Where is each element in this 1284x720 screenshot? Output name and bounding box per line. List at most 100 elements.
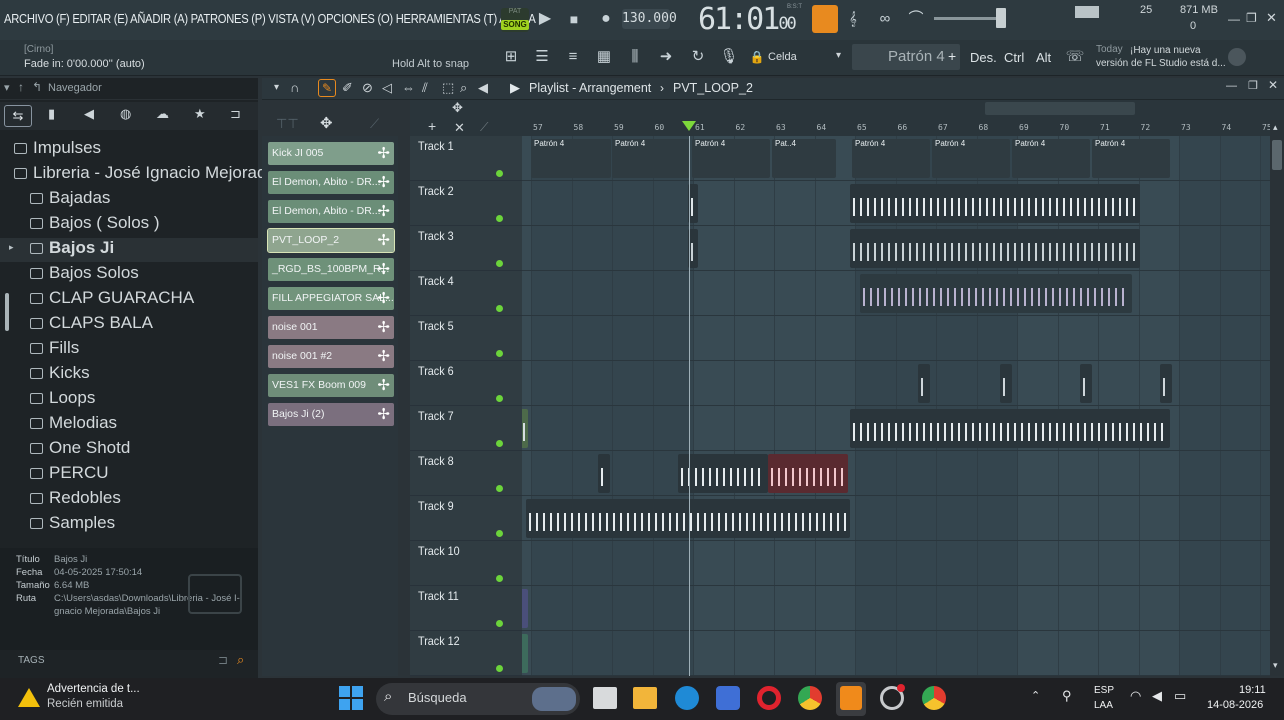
all-files-icon[interactable]: ⇆ (4, 105, 32, 127)
chevron-down-icon[interactable]: ▾ (4, 81, 10, 94)
microphone-icon[interactable]: 🎙 (718, 46, 740, 68)
tree-item[interactable]: PERCU (30, 463, 109, 487)
minimize-icon[interactable]: — (1228, 12, 1240, 26)
track-mute-led[interactable] (496, 215, 503, 222)
audio-clip[interactable] (522, 589, 528, 628)
audio-clip[interactable] (598, 454, 610, 493)
playhead-marker[interactable] (682, 121, 696, 131)
tree-item[interactable]: One Shotd (30, 438, 130, 462)
audio-clip[interactable] (850, 409, 1170, 448)
pattern-clip[interactable]: Patrón 4 (692, 139, 770, 178)
vertical-scrollbar[interactable]: ▴ ▾ (1270, 120, 1284, 676)
track-header[interactable]: Track 7 (410, 406, 522, 451)
windows-start-icon[interactable] (339, 686, 363, 710)
plus-icon[interactable]: ✢ (377, 316, 390, 339)
plus-icon[interactable]: ✢ (377, 403, 390, 426)
pattern-clip[interactable]: Patrón 4 (1092, 139, 1170, 178)
pattern-clip[interactable]: Patrón 4 (932, 139, 1010, 178)
chrome-icon[interactable] (922, 686, 946, 710)
delete-tool-icon[interactable]: ⊘ (362, 80, 373, 96)
restore-icon[interactable]: ❐ (1246, 11, 1257, 25)
pattern-clip[interactable]: Patrón 4 (1012, 139, 1090, 178)
loop-record-icon[interactable]: ⌒ (905, 8, 927, 30)
audio-clip[interactable] (1080, 364, 1092, 403)
tree-item-selected[interactable]: Bajos Ji (30, 238, 114, 262)
search-icon[interactable]: ⌕ (237, 652, 244, 668)
plus-icon[interactable]: ✢ (377, 374, 390, 397)
audio-clip[interactable] (860, 274, 1132, 313)
pattern-clip[interactable]: Pat..4 (772, 139, 836, 178)
minimize-icon[interactable]: — (1226, 80, 1237, 92)
wait-input-icon[interactable]: ∞ (874, 8, 896, 30)
lock-icon[interactable]: 🔒 (746, 46, 768, 68)
tree-item[interactable]: CLAP GUARACHA (30, 288, 194, 312)
folder-icon[interactable]: ⊐ (218, 653, 228, 667)
plus-icon[interactable]: ✢ (377, 287, 390, 310)
picker-item[interactable]: Bajos Ji (2) ✢ (268, 403, 394, 426)
chevron-down-icon[interactable]: ▾ (836, 50, 841, 61)
picker-item[interactable]: noise 001 #2 ✢ (268, 345, 394, 368)
timeline-ruler[interactable]: 57 58 59 60 61 62 63 64 65 66 67 68 69 70 71 72 73 74 75 (525, 120, 1272, 136)
paint-tool-icon[interactable]: ✐ (342, 80, 353, 96)
chevron-right-icon[interactable]: ▸ (9, 242, 14, 253)
chevron-down-icon[interactable]: ▾ (274, 82, 279, 93)
tree-item[interactable]: Impulses (14, 138, 101, 162)
file-explorer-icon[interactable] (633, 687, 657, 709)
wifi-icon[interactable]: ◠ (1130, 688, 1141, 704)
track-mute-led[interactable] (496, 620, 503, 627)
play-button[interactable]: ▶ (534, 8, 556, 30)
piano-roll-icon[interactable]: ≡ (562, 46, 584, 68)
plus-icon[interactable]: ✢ (377, 142, 390, 165)
pattern-clip[interactable]: Patrón 4 (531, 139, 611, 178)
playback-tool-icon[interactable]: ◀ (478, 80, 488, 96)
pattern-clip[interactable]: Patrón 4 (852, 139, 930, 178)
metronome-icon[interactable]: 𝄞 (842, 8, 864, 30)
track-mute-led[interactable] (496, 440, 503, 447)
tree-item[interactable]: Fills (30, 338, 79, 362)
plus-icon[interactable]: ✢ (377, 258, 390, 281)
stop-button[interactable]: ■ (563, 8, 585, 30)
mixer-icon[interactable]: ⊞ (500, 46, 522, 68)
tree-item[interactable]: Loops (30, 388, 95, 412)
volume-icon[interactable]: ◀ (1152, 688, 1162, 704)
picker-item[interactable]: PVT_LOOP_2 ✢ (267, 228, 395, 253)
slip-tool-icon[interactable]: ⇔ (402, 80, 415, 95)
clip-name[interactable]: PVT_LOOP_2 (673, 81, 753, 95)
store-icon[interactable] (716, 686, 740, 710)
lang-secondary[interactable]: LAA (1094, 700, 1113, 711)
track-mute-led[interactable] (496, 485, 503, 492)
audio-clip[interactable] (850, 184, 1140, 223)
up-arrow-icon[interactable]: ↑ (18, 80, 24, 94)
task-view-icon[interactable] (593, 687, 617, 709)
pattern-song-icon[interactable] (812, 5, 838, 33)
plus-icon[interactable]: ✢ (377, 229, 390, 252)
search-placeholder[interactable]: Búsqueda (408, 690, 467, 705)
microphone-icon[interactable]: ⚲ (1062, 688, 1072, 704)
track-mute-led[interactable] (496, 350, 503, 357)
chrome-icon[interactable] (798, 686, 822, 710)
battery-icon[interactable]: ▭ (1174, 688, 1186, 704)
tree-item[interactable]: Libreria - José Ignacio Mejorada (14, 163, 276, 187)
undo-button[interactable]: Des. (970, 50, 997, 65)
edge-icon[interactable] (675, 686, 699, 710)
arrangement-grid[interactable]: Patrón 4 Patrón 4 Patrón 4 Pat..4 Patrón 4 Pa… (522, 136, 1270, 676)
magnet-icon[interactable]: ∩ (290, 80, 299, 95)
close-icon[interactable]: ✕ (454, 120, 465, 136)
speaker-icon[interactable]: ◀ (84, 106, 94, 122)
track-header[interactable]: Track 6 (410, 361, 522, 406)
horizontal-scrollbar[interactable] (985, 102, 1135, 115)
track-header[interactable]: Track 12 (410, 631, 522, 676)
folder-icon[interactable]: ⊐ (230, 106, 241, 122)
song-mode-toggle[interactable]: PAT SONG (501, 8, 529, 32)
tree-item[interactable]: Bajadas (30, 188, 110, 212)
tree-item[interactable]: Samples (30, 513, 115, 537)
audio-clip[interactable] (918, 364, 930, 403)
opera-icon[interactable] (757, 686, 781, 710)
tree-item[interactable]: Kicks (30, 363, 90, 387)
track-header[interactable]: Track 2 (410, 181, 522, 226)
tree-item[interactable]: Bajos Solos (30, 263, 139, 287)
picker-item[interactable]: El Demon, Abito - DR... ✢ (268, 171, 394, 194)
pattern-name[interactable]: Patrón 4 (888, 48, 945, 65)
slice-tool-icon[interactable]: ⫽ (422, 80, 428, 96)
select-tool-icon[interactable]: ⬚ (442, 80, 454, 96)
